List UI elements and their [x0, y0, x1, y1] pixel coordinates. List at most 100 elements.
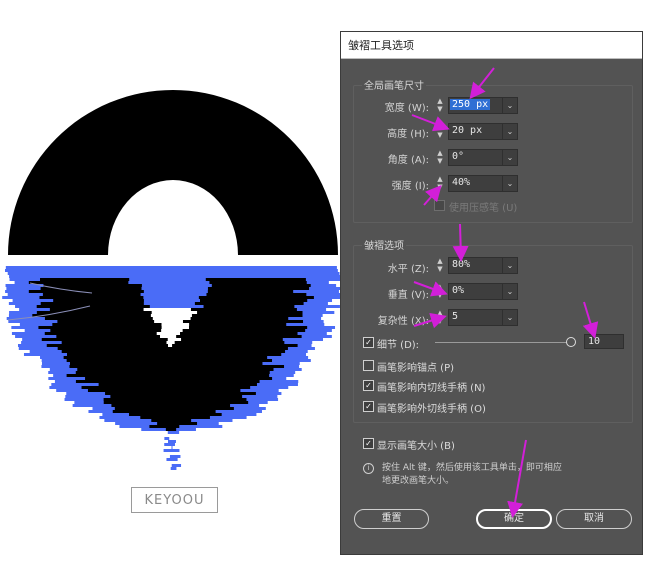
width-field[interactable]: 250 px ⌄ [448, 97, 518, 114]
wave-strip-black [61, 350, 286, 353]
wave-strip-black [56, 335, 302, 338]
wave-strip-inner [143, 290, 208, 293]
show-brush-size-checkbox[interactable]: ✓ [363, 438, 374, 449]
wave-strip-inner [160, 335, 177, 338]
wave-strip-inner [167, 338, 182, 341]
show-brush-size-label: 显示画笔大小 (B) [377, 441, 455, 452]
horizontal-field[interactable]: 80% ⌄ [448, 257, 518, 274]
wave-strip-inner [150, 314, 192, 317]
angle-spinner[interactable]: ▲ ▼ [435, 149, 445, 167]
height-label: 高度 (H): [387, 129, 429, 140]
wave-strip-inner [161, 323, 190, 326]
horizontal-value[interactable]: 80% [452, 259, 470, 270]
wave-strip-inner [143, 308, 191, 311]
distorted-wave-shape [2, 266, 340, 470]
wave-strip-black [75, 371, 270, 374]
vertical-field[interactable]: 0% ⌄ [448, 283, 518, 300]
angle-value[interactable]: 0° [452, 151, 464, 162]
crinkle-tool-options-dialog: 皱褶工具选项 全局画笔尺寸 宽度 (W): ▲ ▼ 250 px ⌄ 高度 (H):… [340, 31, 643, 555]
complexity-spinner[interactable]: ▲ ▼ [435, 309, 445, 327]
wave-strip-black [85, 377, 273, 380]
wave-strip-black [165, 428, 177, 431]
info-icon: i [363, 463, 374, 474]
wave-strip-black [111, 404, 231, 407]
cancel-button[interactable]: 取消 [556, 509, 632, 529]
wave-strip-inner [152, 317, 191, 320]
wave-strip-blue [164, 437, 170, 440]
pressure-pen-checkbox[interactable] [434, 200, 445, 211]
wave-strip-inner [156, 332, 181, 335]
wave-strip-black [98, 383, 257, 386]
complexity-field[interactable]: 5 ⌄ [448, 309, 518, 326]
intensity-spinner[interactable]: ▲ ▼ [435, 175, 445, 193]
black-arch-shape [8, 90, 338, 255]
wave-strip-inner [151, 311, 198, 314]
wave-strip-blue [9, 275, 340, 278]
wave-strip-black [112, 410, 216, 413]
wave-strip-blue [170, 467, 177, 470]
angle-field[interactable]: 0° ⌄ [448, 149, 518, 166]
wave-strip-inner [166, 341, 175, 344]
vertical-value[interactable]: 0% [452, 285, 464, 296]
wave-strip-black [75, 380, 260, 383]
detail-checkbox[interactable]: ✓ [363, 337, 374, 348]
complexity-value[interactable]: 5 [452, 311, 458, 322]
width-value[interactable]: 250 px [450, 99, 491, 110]
watermark-logo: KEYOOU [131, 487, 218, 513]
brush-dimensions-title: 全局画笔尺寸 [362, 77, 426, 92]
wave-strip-black [77, 368, 274, 371]
wave-strip-inner [143, 299, 200, 302]
wave-strip-inner [161, 326, 189, 329]
wave-strip-black [103, 398, 247, 401]
chevron-down-icon[interactable]: ⌄ [502, 150, 517, 165]
wave-strip-blue [171, 446, 173, 449]
anchor-points-label: 画笔影响锚点 (P) [377, 363, 455, 374]
height-spinner[interactable]: ▲ ▼ [435, 123, 445, 141]
horizontal-spinner[interactable]: ▲ ▼ [435, 257, 445, 275]
wave-strip-inner [141, 284, 212, 287]
detail-slider-track[interactable] [435, 342, 569, 343]
chevron-down-icon[interactable]: ⌄ [502, 258, 517, 273]
info-text: 按住 Alt 键，然后使用该工具单击，即可相应地更改画笔大小。 [382, 463, 562, 486]
chevron-down-icon[interactable]: ⌄ [502, 124, 517, 139]
wave-strip-inner [161, 329, 183, 332]
height-value[interactable]: 20 px [452, 125, 482, 136]
wave-strip-black [110, 395, 243, 398]
chevron-down-icon[interactable]: ⌄ [502, 176, 517, 191]
wave-strip-black [57, 347, 288, 350]
width-spinner[interactable]: ▲ ▼ [435, 97, 445, 115]
wave-strip-black [46, 344, 298, 347]
wave-strip-inner [149, 305, 204, 308]
intensity-field[interactable]: 40% ⌄ [448, 175, 518, 192]
wave-strip-black [140, 416, 210, 419]
vertical-spinner[interactable]: ▲ ▼ [435, 283, 445, 301]
wave-strip-black [157, 422, 198, 425]
wave-strip-black [69, 362, 263, 365]
out-tangent-checkbox[interactable]: ✓ [363, 401, 374, 412]
detail-value-field[interactable]: 10 [584, 334, 624, 349]
wave-strip-black [69, 365, 285, 368]
wave-strip-black [103, 401, 249, 404]
intensity-label: 强度 (I): [391, 181, 429, 192]
reset-button[interactable]: 重置 [354, 509, 429, 529]
wave-strip-blue [5, 269, 338, 272]
chevron-down-icon[interactable]: ⌄ [502, 284, 517, 299]
wave-strip-inner [154, 320, 183, 323]
intensity-value[interactable]: 40% [452, 177, 470, 188]
wave-strip-black [67, 353, 282, 356]
height-field[interactable]: 20 px ⌄ [448, 123, 518, 140]
ok-button[interactable]: 确定 [476, 509, 552, 529]
chevron-down-icon[interactable]: ⌄ [502, 98, 517, 113]
wave-strip-black [87, 389, 241, 392]
wave-strip-blue [169, 455, 181, 458]
crinkle-options-title: 皱褶选项 [362, 237, 406, 252]
complexity-label: 复杂性 (X): [377, 316, 429, 327]
chevron-down-icon[interactable]: ⌄ [502, 310, 517, 325]
wave-strip-black [149, 425, 180, 428]
anchor-points-checkbox[interactable] [363, 360, 374, 371]
wave-strip-blue [5, 266, 337, 269]
in-tangent-checkbox[interactable]: ✓ [363, 380, 374, 391]
detail-slider-knob[interactable] [566, 337, 576, 347]
angle-label: 角度 (A): [387, 155, 429, 166]
dialog-title[interactable]: 皱褶工具选项 [341, 32, 642, 59]
